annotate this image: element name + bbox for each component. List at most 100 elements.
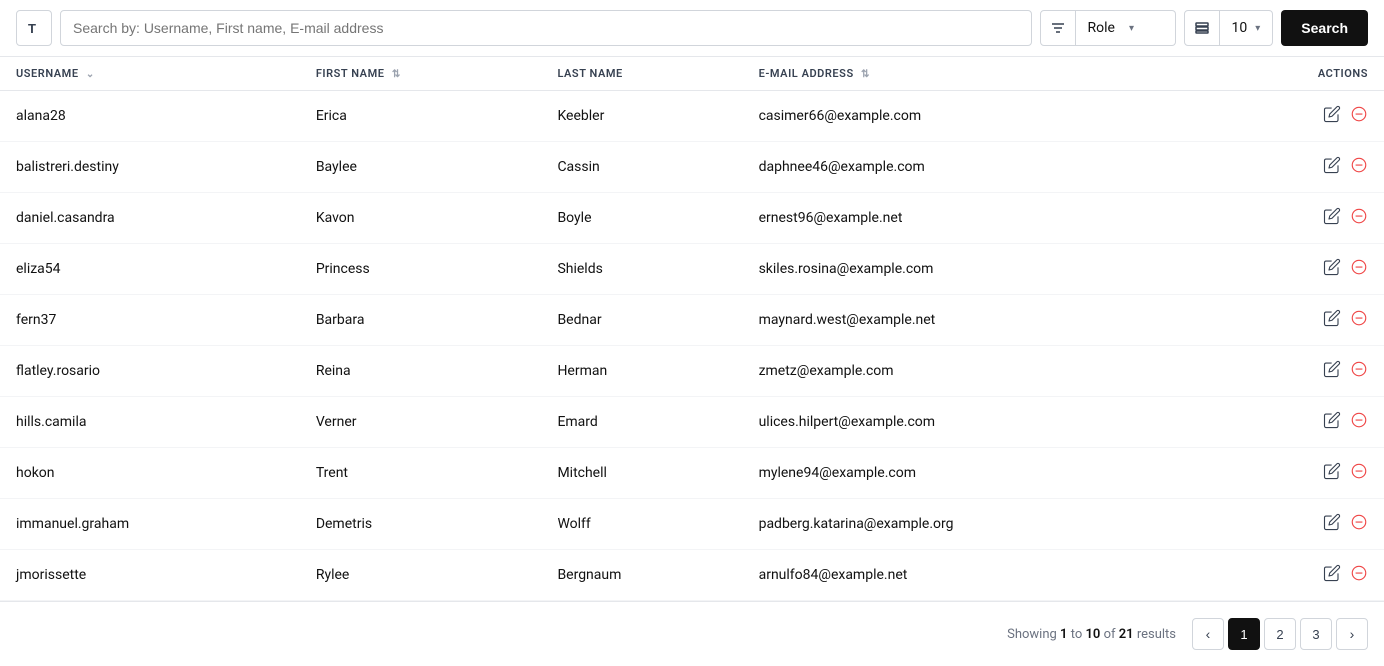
search-input[interactable] [60,10,1032,46]
cell-last-name: Keebler [541,91,742,142]
cell-last-name: Herman [541,346,742,397]
edit-button[interactable] [1323,513,1341,531]
cell-actions [1211,397,1384,448]
cell-first-name: Barbara [300,295,542,346]
col-email[interactable]: E-MAIL ADDRESS ⇅ [743,57,1212,91]
cell-actions [1211,295,1384,346]
delete-button[interactable] [1350,207,1368,225]
sort-icon: ⇅ [392,69,401,80]
cell-email: skiles.rosina@example.com [743,244,1212,295]
page-button-1[interactable]: 1 [1228,618,1260,650]
edit-button[interactable] [1323,105,1341,123]
cell-email: ernest96@example.net [743,193,1212,244]
cell-actions [1211,499,1384,550]
table-row: jmorissette Rylee Bergnaum arnulfo84@exa… [0,550,1384,601]
cell-actions [1211,91,1384,142]
pagination: Showing 1 to 10 of 21 results ‹ 1 2 3 › [0,601,1384,666]
table-row: hokon Trent Mitchell mylene94@example.co… [0,448,1384,499]
delete-button[interactable] [1350,105,1368,123]
sort-icon: ⇅ [861,69,870,80]
cell-last-name: Boyle [541,193,742,244]
prev-page-button[interactable]: ‹ [1192,618,1224,650]
page-button-3[interactable]: 3 [1300,618,1332,650]
edit-button[interactable] [1323,207,1341,225]
cell-email: daphnee46@example.com [743,142,1212,193]
cell-first-name: Reina [300,346,542,397]
cell-last-name: Shields [541,244,742,295]
table-row: flatley.rosario Reina Herman zmetz@examp… [0,346,1384,397]
delete-button[interactable] [1350,564,1368,582]
table-row: balistreri.destiny Baylee Cassin daphnee… [0,142,1384,193]
users-table: USERNAME ⌄ FIRST NAME ⇅ LAST NAME E-MAIL… [0,57,1384,601]
delete-button[interactable] [1350,360,1368,378]
cell-email: arnulfo84@example.net [743,550,1212,601]
edit-button[interactable] [1323,564,1341,582]
table-row: immanuel.graham Demetris Wolff padberg.k… [0,499,1384,550]
cell-username: eliza54 [0,244,300,295]
edit-button[interactable] [1323,360,1341,378]
cell-actions [1211,346,1384,397]
role-dropdown[interactable]: Role ▾ [1076,10,1176,46]
cell-username: hills.camila [0,397,300,448]
cell-actions [1211,448,1384,499]
delete-button[interactable] [1350,156,1368,174]
table-header: USERNAME ⌄ FIRST NAME ⇅ LAST NAME E-MAIL… [0,57,1384,91]
delete-button[interactable] [1350,462,1368,480]
cell-last-name: Emard [541,397,742,448]
rows-icon-button[interactable] [1184,10,1220,46]
edit-button[interactable] [1323,309,1341,327]
svg-text:T: T [28,21,36,36]
delete-button[interactable] [1350,411,1368,429]
cell-email: maynard.west@example.net [743,295,1212,346]
col-first-name[interactable]: FIRST NAME ⇅ [300,57,542,91]
cell-username: daniel.casandra [0,193,300,244]
cell-actions [1211,244,1384,295]
cell-email: zmetz@example.com [743,346,1212,397]
delete-button[interactable] [1350,309,1368,327]
cell-first-name: Rylee [300,550,542,601]
cell-username: balistreri.destiny [0,142,300,193]
filter-group: Role ▾ [1040,10,1176,46]
rows-dropdown[interactable]: 10 ▾ [1220,10,1274,46]
rows-label: 10 [1232,20,1248,36]
table-row: alana28 Erica Keebler casimer66@example.… [0,91,1384,142]
cell-last-name: Bednar [541,295,742,346]
table-row: fern37 Barbara Bednar maynard.west@examp… [0,295,1384,346]
col-username[interactable]: USERNAME ⌄ [0,57,300,91]
cell-username: immanuel.graham [0,499,300,550]
cell-username: jmorissette [0,550,300,601]
cell-username: flatley.rosario [0,346,300,397]
chevron-down-icon: ▾ [1255,23,1260,34]
pagination-info: Showing 1 to 10 of 21 results [1007,627,1176,642]
edit-button[interactable] [1323,258,1341,276]
toolbar: T Role ▾ 10 ▾ Search [0,0,1384,57]
edit-button[interactable] [1323,411,1341,429]
cell-last-name: Cassin [541,142,742,193]
table-body: alana28 Erica Keebler casimer66@example.… [0,91,1384,601]
cell-actions [1211,142,1384,193]
edit-button[interactable] [1323,462,1341,480]
delete-button[interactable] [1350,258,1368,276]
role-label: Role [1088,20,1122,36]
page-button-2[interactable]: 2 [1264,618,1296,650]
search-button[interactable]: Search [1281,10,1368,46]
edit-button[interactable] [1323,156,1341,174]
cell-last-name: Mitchell [541,448,742,499]
table-row: eliza54 Princess Shields skiles.rosina@e… [0,244,1384,295]
text-icon-button[interactable]: T [16,10,52,46]
cell-first-name: Kavon [300,193,542,244]
filter-icon-button[interactable] [1040,10,1076,46]
delete-button[interactable] [1350,513,1368,531]
cell-last-name: Bergnaum [541,550,742,601]
col-actions: ACTIONS [1211,57,1384,91]
cell-email: padberg.katarina@example.org [743,499,1212,550]
cell-first-name: Princess [300,244,542,295]
cell-username: fern37 [0,295,300,346]
rows-group: 10 ▾ [1184,10,1274,46]
table-row: daniel.casandra Kavon Boyle ernest96@exa… [0,193,1384,244]
next-page-button[interactable]: › [1336,618,1368,650]
col-last-name: LAST NAME [541,57,742,91]
cell-actions [1211,193,1384,244]
sort-icon: ⌄ [86,69,95,80]
cell-first-name: Demetris [300,499,542,550]
